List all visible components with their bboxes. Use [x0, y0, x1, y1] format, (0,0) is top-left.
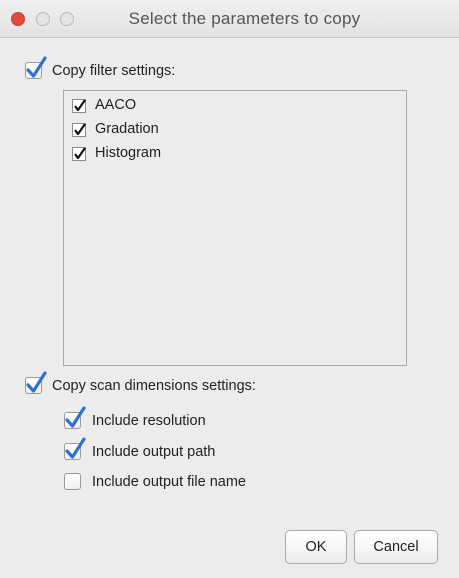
checkmark-icon	[72, 122, 88, 138]
title-bar: Select the parameters to copy	[0, 0, 459, 38]
include-resolution-label: Include resolution	[92, 413, 206, 429]
list-item-label: Gradation	[95, 121, 159, 137]
include-output-path-label: Include output path	[92, 444, 216, 460]
checkmark-icon	[65, 406, 86, 428]
copy-scan-dimensions-checkbox[interactable]	[25, 371, 47, 394]
checkmark-icon	[72, 98, 88, 114]
include-resolution-checkbox[interactable]	[64, 406, 86, 429]
include-output-path-checkbox[interactable]	[64, 437, 86, 460]
window-title: Select the parameters to copy	[128, 9, 361, 28]
checkmark-icon	[26, 371, 47, 393]
list-item-label: AACO	[95, 97, 137, 113]
checkmark-icon	[65, 437, 86, 459]
cancel-button[interactable]: Cancel	[354, 530, 438, 564]
include-output-file-name-checkbox[interactable]	[64, 473, 81, 490]
copy-scan-dimensions-label: Copy scan dimensions settings:	[52, 378, 256, 394]
filter-list[interactable]: AACO Gradation Histogram	[63, 90, 407, 366]
copy-filter-settings-label: Copy filter settings:	[52, 63, 176, 79]
copy-filter-settings-checkbox[interactable]	[25, 56, 47, 79]
checkmark-icon	[26, 56, 47, 78]
ok-button[interactable]: OK	[285, 530, 347, 564]
include-output-file-name-label: Include output file name	[92, 474, 246, 490]
list-item-label: Histogram	[95, 145, 162, 161]
checkmark-icon	[72, 146, 88, 162]
